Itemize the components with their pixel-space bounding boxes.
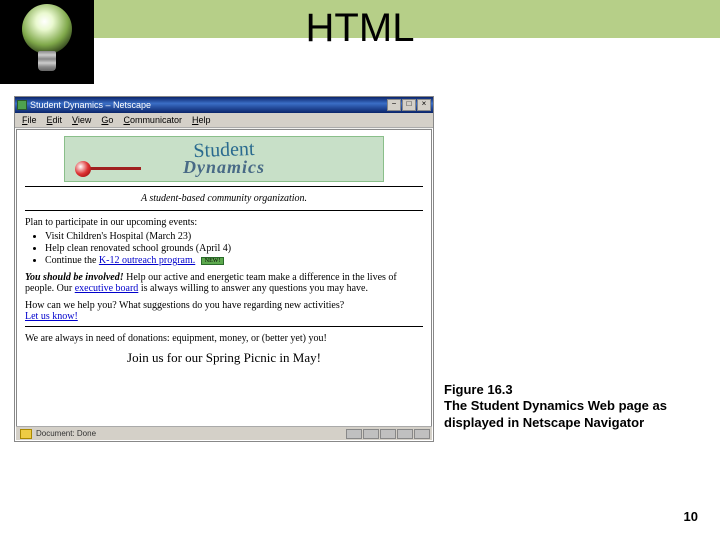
involved-para: You should be involved! Help our active … (25, 272, 423, 294)
tray-icon[interactable] (346, 429, 362, 439)
status-icon (20, 429, 32, 439)
status-tray (346, 429, 432, 439)
list-item: Continue the K-12 outreach program. NEW! (45, 255, 423, 266)
tray-icon[interactable] (414, 429, 430, 439)
intro-text: Plan to participate in our upcoming even… (25, 217, 423, 228)
menu-communicator[interactable]: CommunicatorCommunicator (118, 114, 187, 126)
divider (25, 326, 423, 327)
divider (25, 186, 423, 187)
divider (25, 210, 423, 211)
tagline: A student-based community organization. (25, 191, 423, 206)
slide-header: HTML (0, 0, 720, 84)
banner-text-bottom: Dynamics (183, 157, 265, 178)
page-content: Student Dynamics A student-based communi… (16, 129, 432, 427)
menu-help[interactable]: HelpHelp (187, 114, 216, 126)
menu-edit[interactable]: EditEdit (42, 114, 68, 126)
page-number: 10 (684, 509, 698, 524)
banner-knob (75, 161, 91, 177)
status-bar: Document: Done (16, 426, 432, 440)
browser-window: Student Dynamics – Netscape − □ × FFilei… (14, 96, 434, 442)
tray-icon[interactable] (397, 429, 413, 439)
tray-icon[interactable] (363, 429, 379, 439)
help-text: How can we help you? What suggestions do… (25, 300, 344, 311)
let-us-know-link[interactable]: Let us know! (25, 311, 78, 322)
status-text: Document: Done (36, 429, 346, 438)
figure-caption: Figure 16.3 The Student Dynamics Web pag… (444, 382, 674, 431)
minimize-button[interactable]: − (387, 99, 401, 111)
slide-title: HTML (0, 6, 720, 51)
new-badge: NEW! (201, 257, 225, 265)
picnic-heading: Join us for our Spring Picnic in May! (25, 350, 423, 366)
exec-board-link[interactable]: executive board (75, 283, 139, 294)
close-button[interactable]: × (417, 99, 431, 111)
maximize-button[interactable]: □ (402, 99, 416, 111)
outreach-link[interactable]: K-12 outreach program. (99, 255, 195, 266)
events-list: Visit Children's Hospital (March 23) Hel… (45, 231, 423, 266)
bullet3-pre: Continue the (45, 255, 99, 266)
figure-number: Figure 16.3 (444, 382, 674, 398)
menu-bar: FFileile EditEdit ViewView GoGo Communic… (15, 113, 433, 128)
menu-view[interactable]: ViewView (67, 114, 96, 126)
tray-icon[interactable] (380, 429, 396, 439)
list-item: Visit Children's Hospital (March 23) (45, 231, 423, 242)
window-titlebar[interactable]: Student Dynamics – Netscape − □ × (15, 97, 433, 113)
help-para: How can we help you? What suggestions do… (25, 300, 423, 322)
menu-file[interactable]: FFileile (17, 114, 42, 126)
figure-text: The Student Dynamics Web page as display… (444, 398, 667, 429)
involved-lead: You should be involved! (25, 272, 124, 283)
menu-go[interactable]: GoGo (96, 114, 118, 126)
involved-text-b: is always willing to answer any question… (138, 283, 368, 294)
netscape-icon (17, 100, 27, 110)
window-title: Student Dynamics – Netscape (30, 100, 387, 110)
donations-text: We are always in need of donations: equi… (25, 333, 423, 344)
list-item: Help clean renovated school grounds (Apr… (45, 243, 423, 254)
site-banner: Student Dynamics (64, 136, 384, 182)
